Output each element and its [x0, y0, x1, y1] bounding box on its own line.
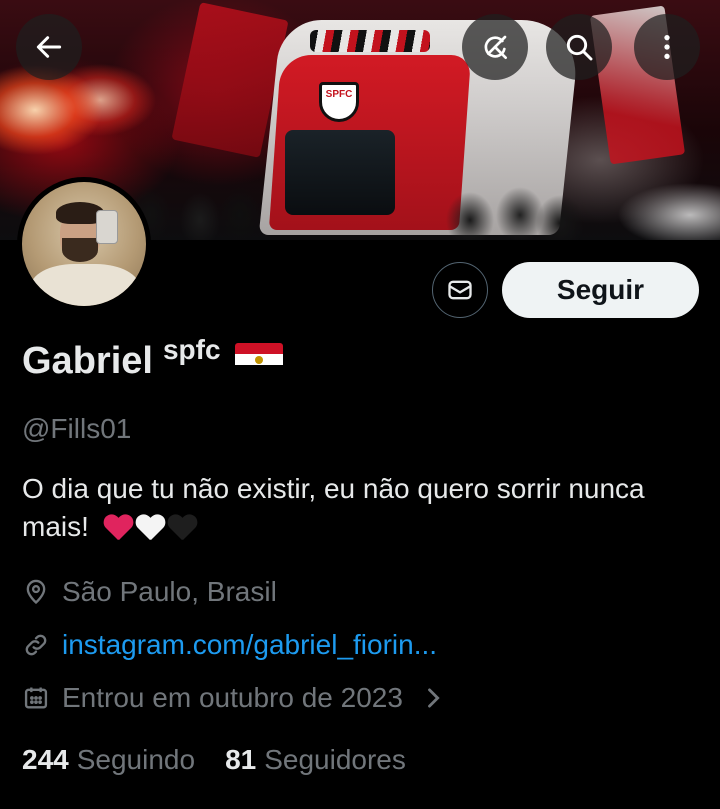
followers-label: Seguidores: [264, 744, 406, 775]
back-button[interactable]: [16, 14, 82, 80]
egypt-flag-icon: [234, 343, 283, 376]
avatar-phone: [96, 210, 118, 244]
profile-name: Gabriel: [22, 340, 153, 382]
link-icon: [25, 634, 47, 656]
bio-emojis: [103, 515, 197, 543]
followers-stat[interactable]: 81 Seguidores: [225, 744, 406, 776]
grok-button[interactable]: [462, 14, 528, 80]
profile-name-suffix: spfc: [162, 333, 221, 365]
profile-link[interactable]: instagram.com/gabriel_fiorin...: [62, 629, 437, 661]
search-icon: [566, 34, 593, 61]
follow-button[interactable]: Seguir: [502, 262, 699, 318]
following-count: 244: [22, 744, 69, 775]
message-button[interactable]: [432, 262, 488, 318]
following-label: Seguindo: [76, 744, 196, 775]
profile-avatar[interactable]: [17, 177, 151, 311]
profile-bio: O dia que tu não existir, eu não quero s…: [22, 470, 702, 546]
profile-joined-row[interactable]: Entrou em outubro de 2023: [22, 682, 459, 714]
profile-handle: @Fills01: [22, 413, 132, 444]
spfc-badge: SPFC: [319, 82, 359, 122]
more-vertical-icon: [664, 35, 670, 59]
grok-icon: [484, 35, 507, 59]
calendar-icon: [24, 687, 48, 709]
profile-location: São Paulo, Brasil: [62, 576, 277, 607]
more-options-button[interactable]: [634, 14, 700, 80]
white-heart-icon: [135, 515, 165, 543]
search-button[interactable]: [546, 14, 612, 80]
banner-bus-stripes: [310, 30, 430, 52]
followers-count: 81: [225, 744, 257, 775]
profile-stats: 244 Seguindo 81 Seguidores: [22, 744, 406, 776]
red-heart-icon: [103, 515, 133, 543]
profile-link-row[interactable]: instagram.com/gabriel_fiorin...: [22, 629, 437, 661]
following-stat[interactable]: 244 Seguindo: [22, 744, 195, 776]
avatar-beard: [62, 238, 98, 262]
profile-joined: Entrou em outubro de 2023: [62, 682, 403, 713]
back-arrow-icon: [36, 36, 62, 58]
black-heart-icon: [167, 515, 197, 543]
location-pin-icon: [26, 579, 46, 605]
profile-name-row: Gabriel spfc: [22, 334, 283, 383]
profile-location-row: São Paulo, Brasil: [22, 576, 277, 608]
chevron-right-icon: [428, 688, 440, 708]
avatar-shirt: [30, 264, 140, 306]
envelope-icon: [448, 280, 472, 300]
